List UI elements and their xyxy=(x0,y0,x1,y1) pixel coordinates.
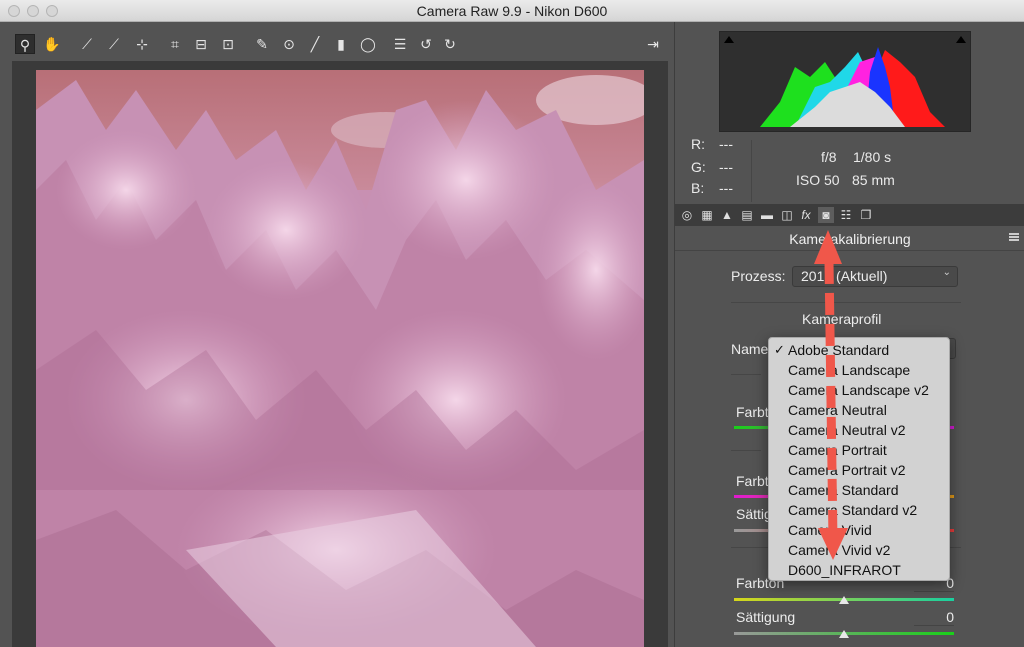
process-select[interactable]: 2012 (Aktuell) ⌄ xyxy=(792,266,958,287)
panel-menu-icon[interactable] xyxy=(1009,233,1019,241)
aperture-value: f/8 xyxy=(821,149,837,165)
profile-menu-item-label: Camera Landscape v2 xyxy=(788,382,929,398)
profile-menu-item-label: Camera Vivid v2 xyxy=(788,542,891,558)
panel-header: Kamerakalibrierung xyxy=(675,227,1024,251)
separator xyxy=(731,374,761,375)
photo-artwork xyxy=(36,70,644,647)
process-label: Prozess: xyxy=(731,268,786,284)
profile-menu-item[interactable]: Camera Portrait v2 xyxy=(769,460,949,480)
spot-removal-tool-icon[interactable]: ✎ xyxy=(252,34,272,54)
green-primary-saturation-slider-thumb[interactable] xyxy=(839,630,849,638)
panel-title: Kamerakalibrierung xyxy=(789,231,911,247)
profile-menu-item[interactable]: Camera Landscape xyxy=(769,360,949,380)
chevron-updown-icon: ⌄ xyxy=(942,267,951,278)
green-primary-hue-slider-thumb[interactable] xyxy=(839,596,849,604)
preferences-icon[interactable]: ☰ xyxy=(390,34,410,54)
lens-corrections-tab-icon[interactable]: ◫ xyxy=(779,207,795,223)
straighten-tool-icon[interactable]: ⊟ xyxy=(191,34,211,54)
profile-menu-item[interactable]: Camera Vivid xyxy=(769,520,949,540)
export-icon[interactable]: ⇥ xyxy=(643,34,663,54)
camera-profile-menu: ✓ Adobe Standard Camera Landscape Camera… xyxy=(768,337,950,581)
tone-curve-tab-icon[interactable]: ▦ xyxy=(699,207,715,223)
window-title: Camera Raw 9.9 - Nikon D600 xyxy=(416,3,608,19)
green-primary-saturation-value[interactable]: 0 xyxy=(914,609,954,626)
graduated-filter-icon[interactable]: ▮ xyxy=(331,34,351,54)
basic-tab-icon[interactable]: ◎ xyxy=(679,207,695,223)
histogram-graph xyxy=(760,47,945,127)
profile-menu-item[interactable]: Camera Landscape v2 xyxy=(769,380,949,400)
profile-menu-item[interactable]: Camera Standard v2 xyxy=(769,500,949,520)
green-primary-saturation-label: Sättigung xyxy=(736,609,796,625)
checkmark-icon: ✓ xyxy=(774,342,785,357)
title-bar: Camera Raw 9.9 - Nikon D600 xyxy=(0,0,1024,22)
blue-value: --- xyxy=(719,180,733,196)
profile-menu-item-label: D600_INFRAROT xyxy=(788,562,901,578)
camera-calibration-tab-icon[interactable]: ◙ xyxy=(818,207,834,223)
detail-tab-icon[interactable]: ▲ xyxy=(719,207,735,223)
targeted-adjustment-tool-icon[interactable]: ⊹ xyxy=(132,34,152,54)
profile-menu-item[interactable]: Camera Vivid v2 xyxy=(769,540,949,560)
effects-tab-icon[interactable]: fx xyxy=(798,207,814,223)
crop-tool-icon[interactable]: ⌗ xyxy=(165,34,185,54)
profile-menu-item[interactable]: Camera Neutral xyxy=(769,400,949,420)
blue-label: B: xyxy=(691,180,705,196)
white-balance-tool-icon[interactable]: ⟋ xyxy=(77,34,97,54)
green-label: G: xyxy=(691,159,706,175)
color-sampler-tool-icon[interactable]: ⟋ xyxy=(104,34,124,54)
rotate-right-icon[interactable]: ↻ xyxy=(440,34,460,54)
profile-menu-item[interactable]: Camera Standard xyxy=(769,480,949,500)
radial-filter-icon[interactable]: ◯ xyxy=(358,34,378,54)
profile-name-label: Name: xyxy=(731,341,773,357)
toolbar: ⚲ ✋ ⟋ ⟋ ⊹ ⌗ ⊟ ⊡ ✎ ⊙ ╱ ▮ ◯ ☰ ↺ ↻ ⇥ xyxy=(0,22,674,60)
profile-menu-item[interactable]: D600_INFRAROT xyxy=(769,560,949,580)
hand-tool-icon[interactable]: ✋ xyxy=(42,34,62,54)
separator xyxy=(731,450,761,451)
profile-menu-item-label: Camera Standard xyxy=(788,482,899,498)
histogram xyxy=(719,31,971,132)
profile-menu-item[interactable]: Camera Neutral v2 xyxy=(769,420,949,440)
red-value: --- xyxy=(719,136,733,152)
presets-tab-icon[interactable]: ☷ xyxy=(838,207,854,223)
profile-menu-item-label: Adobe Standard xyxy=(788,342,890,358)
profile-menu-item[interactable]: ✓ Adobe Standard xyxy=(769,340,949,360)
profile-menu-item-label: Camera Portrait v2 xyxy=(788,462,906,478)
profile-menu-item-label: Camera Neutral xyxy=(788,402,887,418)
shutter-speed-value: 1/80 s xyxy=(853,149,892,165)
panel-tab-bar: ◎ ▦ ▲ ▤ ▬ ◫ fx ◙ ☷ ❐ xyxy=(675,204,1024,226)
red-label: R: xyxy=(691,136,705,152)
split-toning-tab-icon[interactable]: ▬ xyxy=(759,207,775,223)
iso-value: ISO 50 xyxy=(796,172,840,188)
rotate-left-icon[interactable]: ↺ xyxy=(416,34,436,54)
red-eye-tool-icon[interactable]: ⊙ xyxy=(279,34,299,54)
profile-menu-item-label: Camera Portrait xyxy=(788,442,887,458)
adjustment-brush-icon[interactable]: ╱ xyxy=(305,34,325,54)
camera-raw-window: Camera Raw 9.9 - Nikon D600 ⚲ ✋ ⟋ ⟋ ⊹ ⌗ … xyxy=(0,0,1024,647)
camera-profile-heading: Kameraprofil xyxy=(802,311,882,327)
green-value: --- xyxy=(719,159,733,175)
infrared-forest-photo[interactable] xyxy=(36,70,644,647)
transform-tool-icon[interactable]: ⊡ xyxy=(218,34,238,54)
info-divider xyxy=(751,140,752,202)
profile-menu-item[interactable]: Camera Portrait xyxy=(769,440,949,460)
zoom-tool-icon[interactable]: ⚲ xyxy=(15,34,35,54)
hsl-tab-icon[interactable]: ▤ xyxy=(739,207,755,223)
snapshots-tab-icon[interactable]: ❐ xyxy=(858,207,874,223)
profile-menu-item-label: Camera Landscape xyxy=(788,362,911,378)
profile-menu-item-label: Camera Vivid xyxy=(788,522,872,538)
process-select-value: 2012 (Aktuell) xyxy=(801,268,888,284)
profile-menu-item-label: Camera Standard v2 xyxy=(788,502,918,518)
separator xyxy=(731,302,961,303)
focal-length-value: 85 mm xyxy=(852,172,895,188)
profile-menu-item-label: Camera Neutral v2 xyxy=(788,422,906,438)
